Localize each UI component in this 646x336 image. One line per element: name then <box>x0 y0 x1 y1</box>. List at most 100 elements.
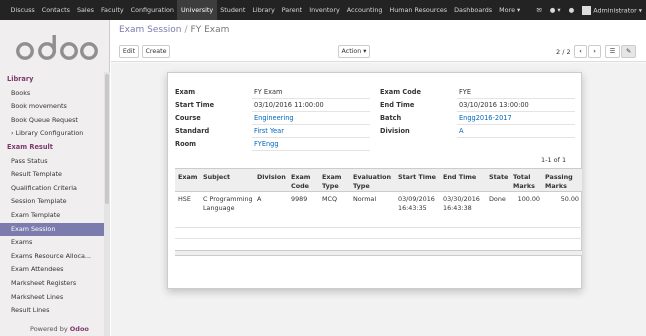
pager-value[interactable]: 2 / 2 <box>556 48 571 56</box>
field-label-batch: Batch <box>380 114 402 122</box>
sidebar-section-library[interactable]: Library <box>0 73 104 87</box>
top-menu-human-resources[interactable]: Human Resources <box>386 0 451 20</box>
sidebar-item-books[interactable]: Books <box>0 87 104 101</box>
sidebar-item-result-lines[interactable]: Result Lines <box>0 304 104 318</box>
field-label-room: Room <box>175 140 197 148</box>
column-header-line: Type <box>322 182 339 190</box>
breadcrumb-parent[interactable]: Exam Session <box>119 25 182 35</box>
sidebar-item-marksheet-lines[interactable]: Marksheet Lines <box>0 291 104 305</box>
column-header-exam-code[interactable]: Exam Code <box>291 173 310 191</box>
top-menu-configuration[interactable]: Configuration <box>127 0 177 20</box>
top-menu-discuss[interactable]: Discuss <box>7 0 38 20</box>
table-header: Exam Subject Division Exam Code Exam Type Evalu… <box>175 168 582 192</box>
table-cell-line: 03/09/2016 <box>398 195 435 203</box>
table-cell-line: 9989 <box>291 195 308 203</box>
column-header-evaluation-type[interactable]: Evaluation Type <box>353 173 391 191</box>
table-cell-line: 16:43:35 <box>398 204 427 212</box>
sidebar-item-exam-attendees[interactable]: Exam Attendees <box>0 263 104 277</box>
sidebar-item-pass-status[interactable]: Pass Status <box>0 155 104 169</box>
odoo-logo[interactable] <box>16 32 98 64</box>
table-cell: 9989 <box>291 195 307 204</box>
column-header-end-time[interactable]: End Time <box>443 173 476 182</box>
sidebar-item-result-template[interactable]: Result Template <box>0 168 104 182</box>
action-dropdown[interactable]: Action ▾ <box>338 45 370 58</box>
table-cell: 100.00 <box>518 195 540 204</box>
top-menu-inventory[interactable]: Inventory <box>306 0 344 20</box>
sidebar-item-exams-resource-alloca[interactable]: Exams Resource Alloca... <box>0 250 104 264</box>
top-menu-sales[interactable]: Sales <box>73 0 97 20</box>
column-header-start-time[interactable]: Start Time <box>398 173 436 182</box>
field-value-exam: FY Exam <box>254 88 283 96</box>
list-view-button[interactable]: ☰ <box>605 45 620 58</box>
field-value-exam-code: FYE <box>459 88 471 96</box>
field-value-course[interactable]: Engineering <box>254 114 294 122</box>
user-name: Administrator ▾ <box>593 6 642 14</box>
top-menu-parent[interactable]: Parent <box>278 0 305 20</box>
top-menu-dashboards[interactable]: Dashboards <box>451 0 496 20</box>
sidebar-item-book-movements[interactable]: Book movements <box>0 100 104 114</box>
top-menu-faculty[interactable]: Faculty <box>97 0 127 20</box>
field-underline <box>457 137 575 138</box>
create-button[interactable]: Create <box>142 45 170 58</box>
top-menu-student[interactable]: Student <box>217 0 249 20</box>
powered-by[interactable]: Powered by Odoo <box>30 325 89 333</box>
top-menu-library[interactable]: Library <box>249 0 278 20</box>
field-value-room[interactable]: FYEngg <box>254 140 279 148</box>
top-menu-university[interactable]: University <box>177 0 217 20</box>
table-cell: Done <box>489 195 506 204</box>
table-cell-line: C Programming <box>203 195 253 203</box>
table-footer <box>175 250 582 256</box>
breadcrumb: Exam Session / FY Exam <box>119 25 229 35</box>
column-header-line: Total <box>513 173 531 181</box>
field-value-standard[interactable]: First Year <box>254 127 284 135</box>
sidebar-item-exams[interactable]: Exams <box>0 236 104 250</box>
sidebar-item-marksheet-registers[interactable]: Marksheet Registers <box>0 277 104 291</box>
column-header-exam[interactable]: Exam <box>178 173 197 182</box>
table-cell: 50.00 <box>561 195 579 204</box>
table-cell-line: HSE <box>178 195 191 203</box>
column-header-line: Exam <box>178 173 198 181</box>
sidebar-item-qualification-criteria[interactable]: Qualification Criteria <box>0 182 104 196</box>
help-icon[interactable]: ● ▾ <box>550 6 561 14</box>
control-panel: Exam Session / FY Exam Edit Create Action … <box>111 20 646 62</box>
edit-button[interactable]: Edit <box>119 45 139 58</box>
sidebar-item-library-configuration[interactable]: › Library Configuration <box>0 127 104 141</box>
sidebar-scroll-thumb[interactable] <box>105 74 109 204</box>
column-header-exam-type[interactable]: Exam Type <box>322 173 341 191</box>
column-header-subject[interactable]: Subject <box>203 173 230 182</box>
field-value-batch[interactable]: Engg2016-2017 <box>459 114 512 122</box>
column-header-line: Exam <box>291 173 311 181</box>
pager-next-button[interactable]: › <box>588 45 601 58</box>
list-pager[interactable]: 1-1 of 1 <box>541 156 566 164</box>
table-row[interactable]: HSE C Programming Language A 9989 MCQ Normal 03… <box>175 195 582 217</box>
user-menu[interactable]: Administrator ▾ <box>582 5 642 15</box>
sidebar-item-session-template[interactable]: Session Template <box>0 195 104 209</box>
field-value-division[interactable]: A <box>459 127 464 135</box>
top-menu-more[interactable]: More ▾ <box>496 0 524 20</box>
field-underline <box>252 98 370 99</box>
column-header-line: Marks <box>545 182 567 190</box>
pager-previous-button[interactable]: ‹ <box>574 45 587 58</box>
table-cell-line: 16:43:38 <box>443 204 472 212</box>
sidebar-section-exam-result[interactable]: Exam Result <box>0 141 104 155</box>
table-cell-line: 50.00 <box>560 195 579 203</box>
field-value-end-time: 03/10/2016 13:00:00 <box>459 101 529 109</box>
column-header-total-marks[interactable]: Total Marks <box>513 173 535 191</box>
sidebar-item-exam-session[interactable]: Exam Session <box>0 222 104 237</box>
column-header-division[interactable]: Division <box>257 173 286 182</box>
column-header-state[interactable]: State <box>489 173 508 182</box>
top-menu-accounting[interactable]: Accounting <box>343 0 386 20</box>
table-cell: 03/09/2016 16:43:35 <box>398 195 435 213</box>
chat-icon[interactable]: ● <box>569 6 575 14</box>
column-header-passing-marks[interactable]: Passing Marks <box>545 173 573 191</box>
sidebar-item-book-queue-request[interactable]: Book Queue Request <box>0 114 104 128</box>
row-divider <box>175 238 582 239</box>
sidebar-item-exam-template[interactable]: Exam Template <box>0 209 104 223</box>
top-menu-contacts[interactable]: Contacts <box>38 0 73 20</box>
form-view-button[interactable]: ✎ <box>621 45 636 58</box>
breadcrumb-separator: / <box>184 25 188 35</box>
table-cell: 03/30/2016 16:43:38 <box>443 195 480 213</box>
table-cell-line: MCQ <box>322 195 338 203</box>
mail-icon[interactable]: ✉ <box>536 6 541 14</box>
sidebar-menu: Library Books Book movements Book Queue Req… <box>0 73 104 318</box>
